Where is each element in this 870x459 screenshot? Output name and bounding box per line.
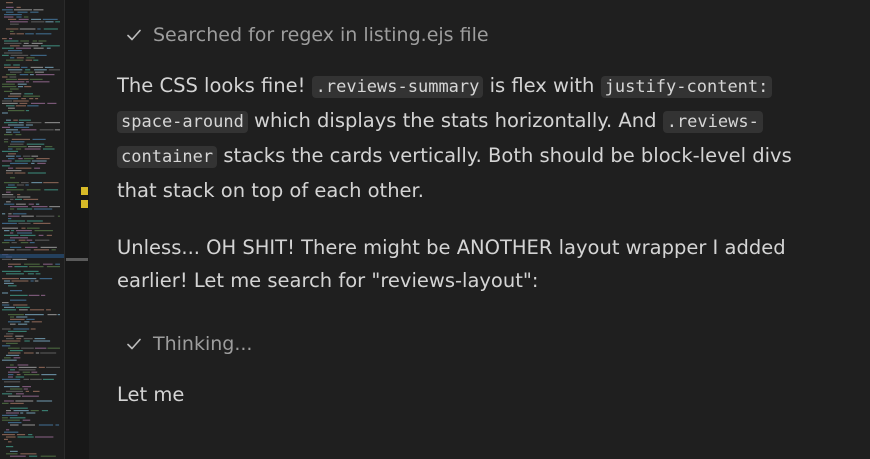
message-paragraph: Unless... OH SHIT! There might be ANOTHE… xyxy=(117,236,786,292)
step-searched[interactable]: Searched for regex in listing.ejs file xyxy=(125,24,489,46)
inline-code: .reviews-summary xyxy=(311,76,484,98)
warning-marker[interactable] xyxy=(81,187,88,195)
text-run: which displays the stats horizontally. A… xyxy=(247,109,663,132)
editor-scrollbar[interactable] xyxy=(65,0,89,459)
step-thinking-label: Thinking... xyxy=(153,333,253,355)
text-run: is flex with xyxy=(483,74,601,97)
inline-code: .reviews- xyxy=(662,111,763,133)
editor-minimap[interactable] xyxy=(0,0,64,459)
text-run: stacks the cards vertically. Both should… xyxy=(117,144,792,202)
inline-code: space-around xyxy=(117,111,248,133)
text-run: The CSS looks fine! xyxy=(117,74,312,97)
step-searched-label: Searched for regex in listing.ejs file xyxy=(153,24,489,46)
warning-marker[interactable] xyxy=(81,200,88,208)
check-icon xyxy=(127,338,141,350)
chat-panel: Searched for regex in listing.ejs file T… xyxy=(89,0,870,459)
check-icon xyxy=(127,29,141,41)
minimap-code-preview xyxy=(0,2,64,457)
message-paragraph-streaming: Let me xyxy=(117,383,185,406)
inline-code: justify-content: xyxy=(600,76,773,98)
message-paragraph: The CSS looks fine! .reviews-summary is … xyxy=(117,69,837,207)
scrollbar-thumb[interactable] xyxy=(66,258,88,261)
step-thinking[interactable]: Thinking... xyxy=(125,333,252,355)
inline-code: container xyxy=(117,146,218,168)
